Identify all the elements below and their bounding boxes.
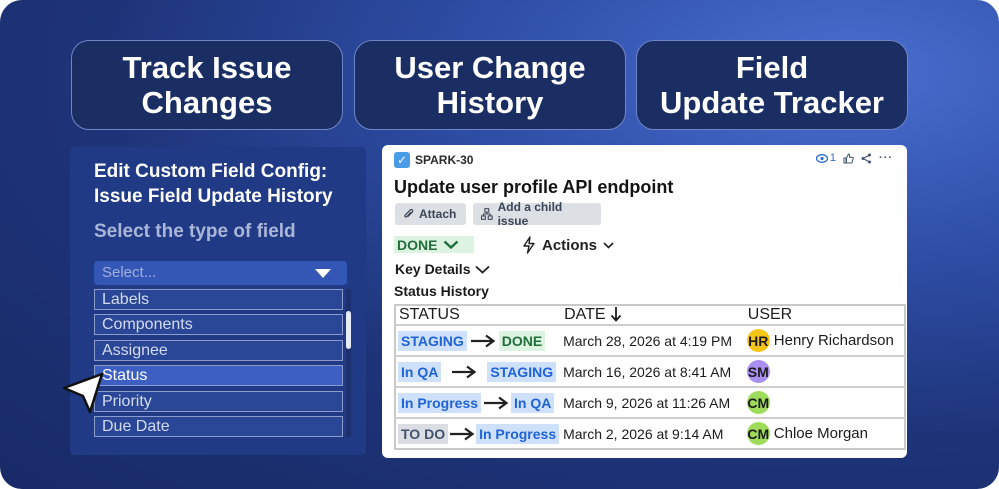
feature-pill-track-issue-changes: Track Issue Changes	[71, 40, 343, 130]
option-due-date[interactable]: Due Date	[94, 416, 343, 437]
option-labels[interactable]: Labels	[94, 289, 343, 310]
chevron-down-icon	[444, 240, 459, 249]
select-placeholder: Select...	[102, 264, 157, 281]
issue-key-label: SPARK-30	[415, 153, 474, 167]
actions-label: Actions	[542, 236, 598, 254]
status-history-heading: Status History	[394, 283, 489, 299]
avatar[interactable]: SM	[746, 360, 770, 383]
option-status[interactable]: Status	[94, 365, 343, 386]
status-lozenge: STAGING	[487, 361, 557, 382]
lightning-icon	[523, 236, 535, 254]
status-change-cell: STAGING DONE	[395, 324, 562, 356]
config-subtitle: Select the type of field	[94, 221, 296, 242]
date-cell: March 16, 2026 at 8:41 AM	[561, 355, 745, 387]
chevron-down-icon	[603, 241, 614, 249]
date-cell: March 2, 2026 at 9:14 AM	[561, 417, 745, 449]
user-cell: CM	[744, 386, 905, 418]
column-date[interactable]: DATE	[561, 305, 745, 325]
eye-icon	[815, 153, 828, 163]
hierarchy-icon	[481, 208, 493, 220]
table-row: STAGING DONE March 28, 2026 at 4:19 PM H…	[395, 324, 905, 356]
table-row: TO DO In Progress March 2, 2026 at 9:14 …	[395, 417, 905, 449]
status-lozenge: TO DO	[398, 423, 449, 444]
avatar[interactable]: HR	[746, 329, 770, 352]
option-assignee[interactable]: Assignee	[94, 340, 343, 361]
column-user[interactable]: USER	[745, 305, 905, 325]
chevron-down-icon	[475, 265, 491, 274]
add-child-issue-label: Add a child issue	[497, 200, 563, 228]
status-lozenge: In QA	[511, 392, 555, 413]
watchers-count: 1	[829, 152, 836, 164]
feature-pill-field-update-tracker: Field Update Tracker	[636, 40, 908, 130]
pill-line: Changes	[141, 85, 273, 120]
issue-key[interactable]: ✓ SPARK-30	[394, 152, 473, 168]
column-date-label: DATE	[564, 306, 606, 323]
option-priority[interactable]: Priority	[94, 391, 343, 412]
field-type-select[interactable]: Select...	[94, 261, 347, 285]
column-status[interactable]: STATUS	[395, 305, 561, 325]
field-type-options: Labels Components Assignee Status Priori…	[94, 289, 351, 439]
avatar[interactable]: CM	[746, 391, 770, 414]
avatar[interactable]: CM	[746, 422, 770, 445]
table-row: In Progress In QA March 9, 2026 at 11:26…	[395, 386, 905, 418]
table-row: In QA STAGING March 16, 2026 at 8:41 AM …	[395, 355, 905, 387]
config-title-line: Issue Field Update History	[94, 186, 333, 207]
scrollbar-thumb[interactable]	[346, 311, 351, 349]
option-components[interactable]: Components	[94, 314, 343, 335]
marketing-canvas: Track Issue Changes User Change History Fi…	[0, 0, 999, 489]
status-lozenge: In Progress	[398, 392, 482, 413]
pill-line: History	[436, 85, 544, 120]
field-config-panel: Edit Custom Field Config: Issue Field Up…	[70, 147, 366, 455]
pill-line: Track Issue	[122, 50, 292, 85]
status-change-cell: TO DO In Progress	[395, 417, 562, 449]
add-child-issue-button[interactable]: Add a child issue	[473, 200, 601, 228]
more-options-icon[interactable]: ···	[879, 152, 893, 164]
arrow-right-icon	[450, 427, 475, 440]
config-title-line: Edit Custom Field Config:	[94, 161, 328, 182]
status-value: DONE	[397, 236, 438, 253]
feature-pill-user-change-history: User Change History	[354, 40, 626, 130]
checkbox-icon: ✓	[394, 152, 410, 168]
pill-line: Field	[735, 50, 809, 85]
actions-menu[interactable]: Actions	[522, 236, 614, 254]
status-dropdown[interactable]: DONE	[394, 236, 474, 253]
attach-label: Attach	[419, 207, 457, 221]
paperclip-icon	[404, 208, 414, 218]
status-lozenge: DONE	[498, 330, 546, 351]
config-title: Edit Custom Field Config: Issue Field Up…	[94, 159, 364, 209]
arrow-right-icon	[484, 396, 509, 409]
thumbs-up-icon[interactable]	[843, 152, 854, 164]
pill-line: User Change	[394, 50, 586, 85]
attach-button[interactable]: Attach	[395, 203, 466, 225]
status-change-cell: In QA STAGING	[395, 355, 562, 387]
status-lozenge: In Progress	[476, 423, 560, 444]
issue-card: ✓ SPARK-30 1 ··· Update user profile API…	[382, 145, 907, 458]
status-history-table: STATUS DATE USER STAGING DONE March 28, …	[394, 304, 906, 450]
watchers-button[interactable]: 1	[815, 152, 836, 164]
share-icon[interactable]	[861, 153, 872, 164]
key-details-toggle[interactable]: Key Details	[395, 261, 491, 277]
arrow-right-icon	[452, 365, 477, 378]
key-details-label: Key Details	[395, 261, 471, 277]
pill-line: Update Tracker	[660, 85, 884, 120]
issue-toolbar: 1 ···	[815, 152, 893, 164]
arrow-right-icon	[470, 334, 496, 347]
user-name: Henry Richardson	[773, 332, 894, 349]
status-change-cell: In Progress In QA	[395, 386, 562, 418]
table-header-row: STATUS DATE USER	[395, 305, 905, 325]
caret-down-icon	[315, 269, 331, 278]
status-lozenge: In QA	[398, 361, 442, 382]
status-lozenge: STAGING	[398, 330, 467, 351]
user-cell: CM Chloe Morgan	[744, 417, 905, 449]
sort-descending-icon	[610, 307, 622, 322]
user-cell: HR Henry Richardson	[744, 324, 905, 356]
user-name: Chloe Morgan	[773, 425, 868, 442]
mouse-pointer-icon	[62, 372, 104, 414]
date-cell: March 9, 2026 at 11:26 AM	[561, 386, 745, 418]
issue-title: Update user profile API endpoint	[394, 177, 674, 197]
date-cell: March 28, 2026 at 4:19 PM	[561, 324, 745, 356]
user-cell: SM	[744, 355, 905, 387]
